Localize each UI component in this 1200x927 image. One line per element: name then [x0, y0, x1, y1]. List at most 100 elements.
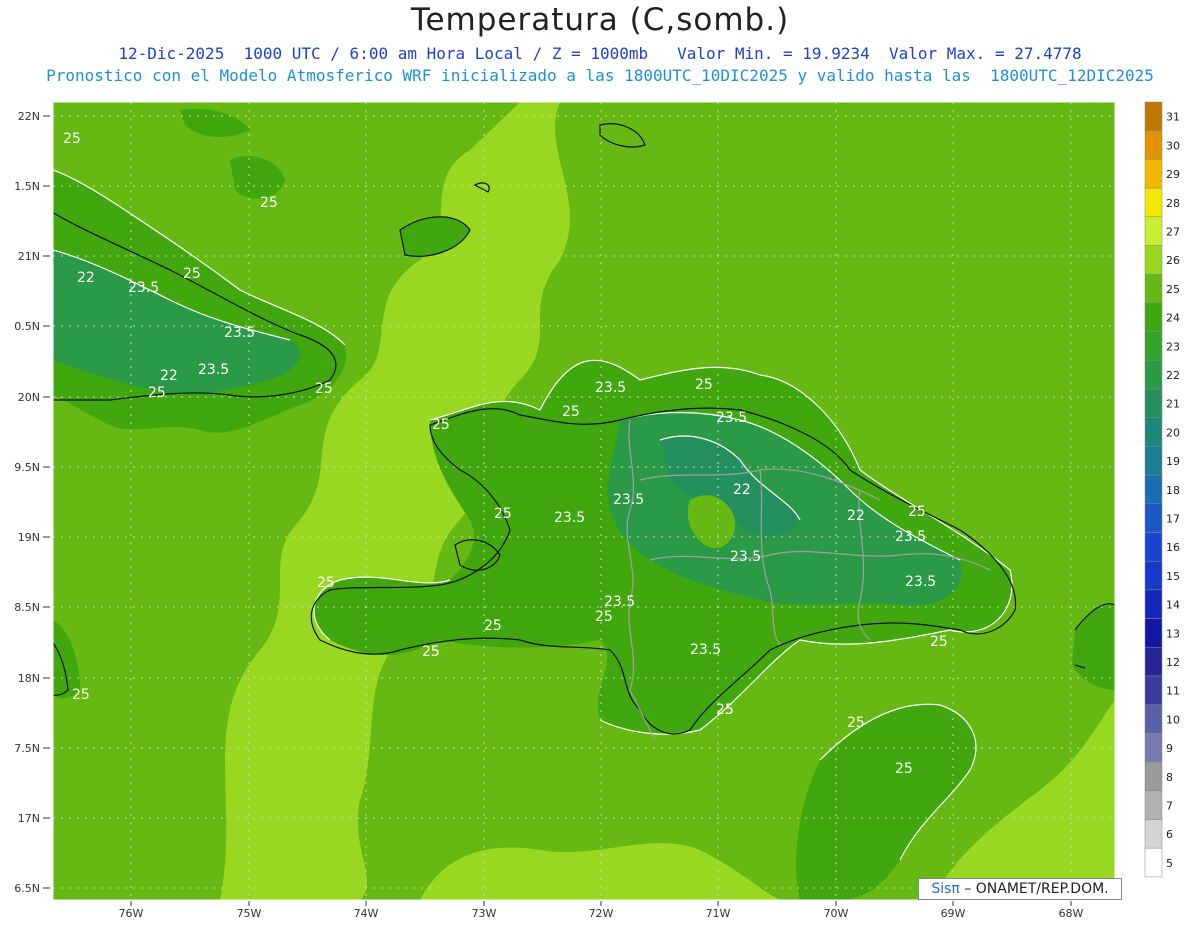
- contour-label: 23.5: [128, 280, 159, 296]
- temperature-map: 25 25 25 22 23.5 23.5 23.5 22 25 25 23.5…: [14, 101, 1180, 920]
- colorbar-swatch: [1144, 474, 1163, 505]
- colorbar-swatch: [1144, 819, 1163, 849]
- colorbar-swatch: [1144, 704, 1163, 734]
- contour-label: 25: [895, 761, 913, 777]
- contour-label: 25: [317, 575, 335, 591]
- colorbar-swatch: [1144, 589, 1163, 619]
- lat-label: 6.5N: [14, 882, 40, 895]
- lat-label: 1.5N: [14, 180, 40, 193]
- colorbar-swatch: [1144, 733, 1163, 763]
- contour-label: 25: [716, 702, 734, 718]
- colorbar-swatch: [1144, 159, 1163, 189]
- colorbar-label: 23: [1166, 340, 1180, 353]
- colorbar-swatch: [1144, 216, 1163, 246]
- colorbar-label: 12: [1166, 656, 1180, 669]
- lon-label: 72W: [589, 907, 614, 920]
- colorbar-swatch: [1144, 331, 1163, 361]
- lat-label: 21N: [18, 250, 40, 263]
- colorbar-swatch: [1144, 647, 1163, 677]
- colorbar-label: 11: [1166, 685, 1180, 698]
- colorbar-label: 14: [1166, 599, 1180, 612]
- contour-label: 23.5: [613, 492, 644, 508]
- colorbar-label: 20: [1166, 426, 1180, 439]
- lat-label: 8.5N: [14, 601, 40, 614]
- contour-label: 25: [494, 506, 512, 522]
- contour-label: 23.5: [595, 380, 626, 396]
- contour-label: 25: [63, 131, 81, 147]
- colorbar-label: 26: [1166, 254, 1180, 267]
- contour-label: 22: [733, 482, 751, 498]
- colorbar-label: 10: [1166, 713, 1180, 726]
- lat-label: 18N: [18, 672, 40, 685]
- contour-label: 22: [160, 368, 178, 384]
- lon-label: 75W: [237, 907, 262, 920]
- colorbar-label: 22: [1166, 369, 1180, 382]
- colorbar-label: 30: [1166, 139, 1180, 152]
- colorbar-label: 31: [1166, 111, 1180, 124]
- lon-label: 68W: [1059, 907, 1084, 920]
- colorbar-label: 7: [1166, 800, 1173, 813]
- contour-label: 25: [148, 385, 166, 401]
- colorbar-swatch: [1144, 790, 1163, 820]
- contour-label: 25: [260, 195, 278, 211]
- colorbar-swatch: [1144, 417, 1163, 447]
- lat-label: 19N: [18, 531, 40, 544]
- contour-label: 23.5: [905, 574, 936, 590]
- contour-label: 23.5: [604, 594, 635, 610]
- colorbar-swatch: [1144, 446, 1163, 476]
- lat-label: 9.5N: [14, 461, 40, 474]
- lat-label: 7.5N: [14, 742, 40, 755]
- latitude-ticks: [43, 115, 50, 889]
- colorbar-label: 18: [1166, 484, 1180, 497]
- sispi-logo: Sisπ: [931, 881, 960, 897]
- lon-label: 69W: [941, 907, 966, 920]
- contour-label: 23.5: [224, 325, 255, 341]
- contour-label: 23.5: [198, 362, 229, 378]
- colorbar-label: 24: [1166, 312, 1180, 325]
- contour-label: 25: [908, 504, 926, 520]
- temperature-colorbar: 31 30 29 28 27 26 25 24 23 22 21 20 19 18 17 16 15 14 13 12…: [1144, 101, 1180, 878]
- colorbar-label: 21: [1166, 398, 1180, 411]
- lat-label: 0.5N: [14, 320, 40, 333]
- contour-label: 25: [930, 634, 948, 650]
- colorbar-swatch: [1144, 847, 1163, 878]
- contour-label: 23.5: [716, 410, 747, 426]
- lat-label: 22N: [18, 110, 40, 123]
- contour-label: 22: [847, 508, 865, 524]
- contour-label: 25: [315, 381, 333, 397]
- colorbar-label: 19: [1166, 455, 1180, 468]
- contour-label: 25: [562, 404, 580, 420]
- colorbar-label: 17: [1166, 513, 1180, 526]
- lon-label: 70W: [824, 907, 849, 920]
- colorbar-label: 29: [1166, 168, 1180, 181]
- lon-label: 76W: [119, 907, 144, 920]
- colorbar-label: 9: [1166, 742, 1173, 755]
- colorbar-label: 28: [1166, 197, 1180, 210]
- colorbar-swatch: [1144, 130, 1163, 160]
- contour-label: 25: [432, 417, 450, 433]
- contour-label: 25: [847, 715, 865, 731]
- colorbar-label: 25: [1166, 283, 1180, 296]
- colorbar-swatch: [1144, 560, 1163, 591]
- colorbar-swatch: [1144, 503, 1163, 533]
- contour-label: 25: [695, 377, 713, 393]
- contour-label: 25: [484, 618, 502, 634]
- colorbar-label: 6: [1166, 828, 1173, 841]
- colorbar-label: 27: [1166, 226, 1180, 239]
- colorbar-swatch: [1144, 761, 1163, 792]
- contour-label: 23.5: [895, 529, 926, 545]
- colorbar-label: 15: [1166, 570, 1180, 583]
- colorbar-swatch: [1144, 618, 1163, 648]
- colorbar-swatch: [1144, 187, 1163, 218]
- colorbar-swatch: [1144, 101, 1163, 131]
- latitude-axis: 22N 1.5N 21N 0.5N 20N 9.5N 19N 8.5N 18N …: [14, 110, 40, 895]
- lon-label: 71W: [706, 907, 731, 920]
- lon-label: 73W: [472, 907, 497, 920]
- colorbar-swatch: [1144, 388, 1163, 418]
- colorbar-label: 16: [1166, 541, 1180, 554]
- lat-label: 20N: [18, 391, 40, 404]
- contour-label: 22: [77, 270, 95, 286]
- contour-label: 25: [422, 644, 440, 660]
- colorbar-swatch: [1144, 360, 1163, 390]
- longitude-ticks: [130, 901, 1072, 906]
